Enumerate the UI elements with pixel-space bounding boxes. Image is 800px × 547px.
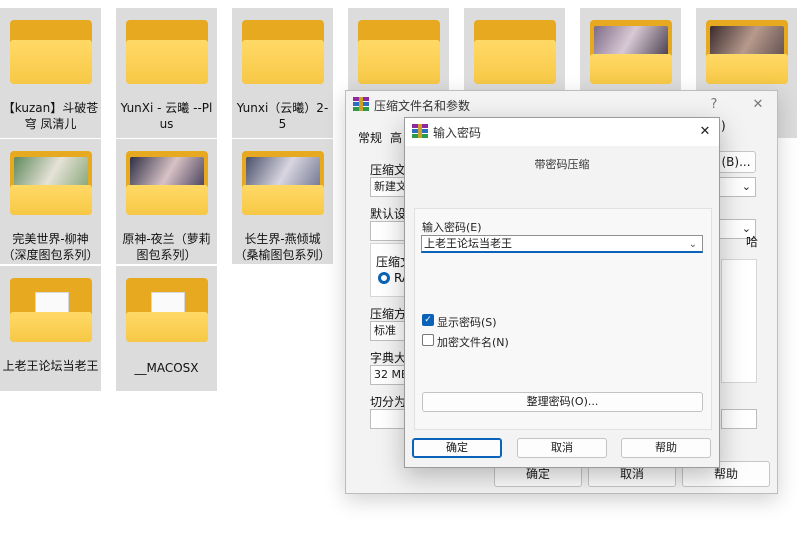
tab-general[interactable]: 常规 bbox=[358, 129, 382, 146]
archive-dialog-title: 压缩文件名和参数 bbox=[374, 99, 471, 113]
cancel-button[interactable]: 取消 bbox=[517, 438, 607, 458]
profile-label: 默认设 bbox=[370, 207, 407, 221]
archive-dialog-titlebar[interactable]: 压缩文件名和参数 ? ✕ bbox=[346, 91, 777, 119]
dialog-heading: 带密码压缩 bbox=[534, 158, 590, 171]
winrar-icon bbox=[412, 124, 428, 138]
help-icon[interactable]: ? bbox=[704, 95, 724, 115]
show-password-checkbox[interactable]: ✓ bbox=[422, 314, 434, 326]
help-button[interactable]: 帮助 bbox=[621, 438, 711, 458]
folder-name: 长生界-燕倾城（桑榆图包系列） bbox=[234, 232, 331, 262]
folder-name: 原神-夜兰（萝莉图包系列） bbox=[122, 232, 211, 262]
browse-button[interactable]: (B)... bbox=[716, 151, 756, 173]
file-explorer: 【kuzan】斗破苍穹 凤清儿 YunXi - 云曦 --Plus Yunxi（… bbox=[0, 0, 800, 547]
password-dialog: 输入密码 ✕ 带密码压缩 输入密码(E) 上老王论坛当老王 ⌄ ✓ 显示密码(S… bbox=[404, 117, 720, 468]
archive-name-chevron[interactable]: ⌄ bbox=[716, 177, 756, 197]
checkmark-icon: ✓ bbox=[424, 315, 432, 325]
organize-passwords-button[interactable]: 整理密码(O)... bbox=[422, 392, 703, 412]
folder-icon bbox=[358, 20, 440, 86]
tab-advanced[interactable]: 高 bbox=[390, 129, 402, 146]
folder-icon bbox=[10, 20, 92, 86]
method-label: 压缩方 bbox=[370, 307, 407, 321]
options-group bbox=[721, 259, 757, 383]
right-fragment: ) bbox=[721, 119, 726, 133]
folder-item[interactable]: Yunxi（云曦）2-5 bbox=[232, 8, 333, 138]
folder-name: __MACOSX bbox=[134, 361, 199, 375]
folder-icon bbox=[706, 20, 788, 86]
folder-icon bbox=[126, 20, 208, 86]
right-fragment: 哈 bbox=[746, 235, 759, 249]
right-field[interactable] bbox=[721, 409, 757, 429]
folder-icon bbox=[590, 20, 672, 86]
folder-icon bbox=[10, 151, 92, 217]
dict-label: 字典大 bbox=[370, 351, 407, 365]
encrypt-names-checkbox[interactable] bbox=[422, 334, 434, 346]
folder-item[interactable]: YunXi - 云曦 --Plus bbox=[116, 8, 217, 138]
folder-icon bbox=[126, 151, 208, 217]
split-label: 切分为 bbox=[370, 395, 407, 409]
chevron-down-icon: ⌄ bbox=[741, 180, 751, 193]
password-dialog-titlebar[interactable]: 输入密码 ✕ bbox=[405, 118, 719, 146]
rar-radio[interactable] bbox=[378, 272, 390, 284]
folder-item[interactable]: 长生界-燕倾城（桑榆图包系列） bbox=[232, 139, 333, 264]
folder-icon bbox=[10, 278, 92, 344]
folder-icon bbox=[242, 151, 324, 217]
archive-name-label: 压缩文 bbox=[370, 163, 407, 177]
close-icon[interactable]: ✕ bbox=[695, 122, 715, 142]
folder-name: 完美世界-柳神（深度图包系列） bbox=[2, 232, 99, 262]
ok-button[interactable]: 确定 bbox=[412, 438, 502, 458]
enter-password-label: 输入密码(E) bbox=[422, 221, 482, 234]
folder-item[interactable]: 上老王论坛当老王 bbox=[0, 266, 101, 391]
password-value: 上老王论坛当老王 bbox=[424, 237, 512, 250]
folder-name: Yunxi（云曦）2-5 bbox=[236, 101, 329, 131]
folder-name: 【kuzan】斗破苍穹 凤清儿 bbox=[2, 101, 99, 131]
folder-icon bbox=[126, 278, 208, 344]
folder-name: 上老王论坛当老王 bbox=[2, 359, 99, 373]
folder-item[interactable]: 完美世界-柳神（深度图包系列） bbox=[0, 139, 101, 264]
folder-name: YunXi - 云曦 --Plus bbox=[120, 101, 213, 131]
folder-item[interactable]: 【kuzan】斗破苍穹 凤清儿 bbox=[0, 8, 101, 138]
close-icon[interactable]: ✕ bbox=[748, 95, 768, 115]
password-dialog-title: 输入密码 bbox=[433, 126, 482, 140]
show-password-label: 显示密码(S) bbox=[437, 316, 497, 329]
winrar-icon bbox=[353, 97, 369, 111]
folder-item[interactable]: __MACOSX bbox=[116, 266, 217, 391]
folder-icon bbox=[474, 20, 556, 86]
folder-icon bbox=[242, 20, 324, 86]
encrypt-names-label: 加密文件名(N) bbox=[437, 336, 509, 349]
chevron-down-icon[interactable]: ⌄ bbox=[689, 237, 697, 252]
password-input[interactable]: 上老王论坛当老王 ⌄ bbox=[421, 235, 703, 253]
folder-item[interactable]: 原神-夜兰（萝莉图包系列） bbox=[116, 139, 217, 264]
